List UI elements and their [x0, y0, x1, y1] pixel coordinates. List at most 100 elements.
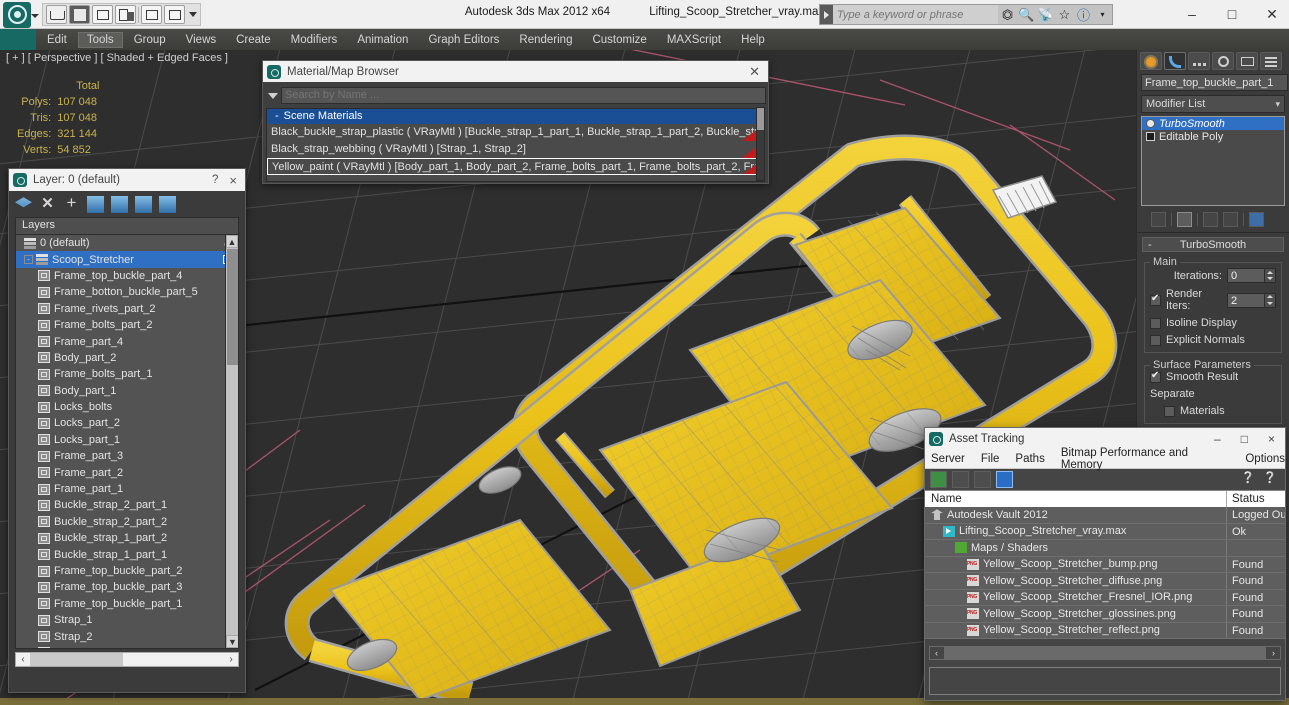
menu-item-paths[interactable]: Paths [1015, 453, 1044, 465]
layer-row[interactable]: Frame_top_buckle_part_3 [16, 579, 238, 595]
open-icon[interactable] [46, 5, 67, 24]
close-button[interactable]: ✕ [1261, 3, 1283, 25]
select-objects-icon[interactable] [87, 195, 104, 213]
asset-row[interactable]: Yellow_Scoop_Stretcher_Fresnel_IOR.png Fo… [925, 589, 1285, 606]
hscroll-right-icon[interactable]: › [224, 654, 238, 665]
menu-item-graph-editors[interactable]: Graph Editors [419, 32, 508, 48]
hscrollbar-thumb[interactable] [30, 653, 123, 666]
configure-sets-icon[interactable] [1249, 211, 1264, 227]
modifier-stack[interactable]: TurboSmooth Editable Poly [1141, 116, 1285, 206]
hscroll-left-icon[interactable]: ‹ [16, 654, 30, 665]
spinner-arrows-icon[interactable] [1265, 292, 1276, 308]
collapse-icon[interactable]: - [1148, 238, 1152, 252]
render-iters-spinner[interactable]: 2 [1227, 292, 1276, 308]
layer-row[interactable]: Frame_part_2 [16, 464, 238, 480]
hscroll-left-icon[interactable]: ‹ [930, 648, 943, 658]
menu-item-customize[interactable]: Customize [583, 32, 655, 48]
layer-row[interactable]: Frame_bolts_part_2 [16, 317, 238, 333]
layer-row[interactable]: 0 (default)✓ [16, 235, 238, 251]
asset-row-name-cell[interactable]: Lifting_Scoop_Stretcher_vray.max [925, 523, 1227, 539]
modify-tab-icon[interactable] [1164, 51, 1186, 70]
select-highlight-icon[interactable] [111, 195, 128, 213]
menu-item-rendering[interactable]: Rendering [510, 32, 581, 48]
modifier-list-dropdown[interactable]: Modifier List ▾ [1141, 95, 1285, 113]
layer-row[interactable]: Buckle_strap_1_part_1 [16, 546, 238, 562]
layer-row[interactable]: Buckle_strap_1_part_2 [16, 530, 238, 546]
material-search-input[interactable] [281, 86, 766, 104]
layer-row[interactable]: Frame_part_4 [16, 333, 238, 349]
delete-layer-icon[interactable]: ✕ [39, 196, 56, 213]
app-menu-arrow-icon[interactable] [31, 14, 39, 18]
asset-row-name-cell[interactable]: Yellow_Scoop_Stretcher_reflect.png [925, 622, 1227, 638]
plus-box-icon[interactable] [1146, 132, 1155, 141]
close-icon[interactable]: ✕ [745, 64, 764, 80]
utilities-tab-icon[interactable] [1260, 51, 1282, 70]
menu-item-edit[interactable]: Edit [38, 32, 76, 48]
modifier-stack-item-editable-poly[interactable]: Editable Poly [1142, 130, 1284, 143]
column-name[interactable]: Name [925, 491, 1227, 507]
minimize-button[interactable]: – [1181, 3, 1203, 25]
asset-hscrollbar[interactable]: ‹ › [929, 646, 1281, 660]
help-search-box[interactable]: ⏣ 🔍 📡 ☆ ⓘ ▾ [819, 4, 1113, 25]
thumbnail-icon[interactable] [974, 471, 991, 488]
scene-materials-group[interactable]: Scene Materials [267, 109, 764, 124]
new-layer-icon[interactable] [15, 197, 32, 208]
add-selection-icon[interactable] [135, 195, 152, 213]
search-input[interactable] [833, 5, 998, 24]
menu-item-tools[interactable]: Tools [77, 31, 123, 48]
explicit-normals-checkbox[interactable] [1150, 334, 1161, 346]
layer-row[interactable]: Frame_part_1 [16, 481, 238, 497]
expander-icon[interactable]: - [24, 255, 33, 265]
magnifier-icon[interactable]: 🔍 [1017, 5, 1036, 24]
layer-row[interactable]: Body_part_2 [16, 350, 238, 366]
turbosmooth-rollout-header[interactable]: - TurboSmooth [1142, 237, 1284, 252]
explicit-normals-row[interactable]: Explicit Normals [1150, 334, 1276, 346]
maximize-button[interactable]: □ [1221, 3, 1243, 25]
layer-manager-dialog[interactable]: Layer: 0 (default) ? × ✕ + Layers 0 (def… [8, 168, 246, 693]
remove-modifier-icon[interactable] [1223, 211, 1238, 227]
material-row[interactable]: Black_buckle_strap_plastic ( VRayMtl ) [… [267, 124, 764, 141]
object-name-input[interactable] [1141, 74, 1288, 91]
chevron-down-icon[interactable]: ▾ [1093, 5, 1112, 24]
layer-row[interactable]: Frame_rivets_part_2 [16, 301, 238, 317]
help-icon[interactable]: ❔ [1263, 471, 1280, 488]
motion-tab-icon[interactable] [1212, 51, 1234, 70]
show-end-result-icon[interactable] [1177, 211, 1192, 227]
material-row-selected[interactable]: Yellow_paint ( VRayMtl ) [Body_part_1, B… [267, 158, 764, 175]
asset-row[interactable]: Yellow_Scoop_Stretcher_diffuse.png Found [925, 573, 1285, 590]
layer-list[interactable]: 0 (default)✓ - Scoop_Stretcher Frame_top_bu… [15, 234, 239, 649]
layer-row[interactable]: Strap_2 [16, 628, 238, 644]
layer-row[interactable]: Frame_top_buckle_part_1 [16, 596, 238, 612]
star-icon[interactable]: ☆ [1055, 5, 1074, 24]
layer-row[interactable]: Frame_part_3 [16, 448, 238, 464]
asset-row-name-cell[interactable]: Maps / Shaders [925, 540, 1227, 556]
layer-row[interactable]: Frame_botton_buckle_part_5 [16, 284, 238, 300]
layer-row-selected[interactable]: - Scoop_Stretcher [16, 251, 238, 268]
grid-icon[interactable] [996, 471, 1013, 488]
display-tab-icon[interactable] [1236, 51, 1258, 70]
scrollbar-thumb[interactable] [757, 108, 764, 130]
layer-row[interactable]: Frame_top_buckle_part_2 [16, 563, 238, 579]
layer-row[interactable]: Body_part_1 [16, 383, 238, 399]
menu-item-options[interactable]: Options [1245, 453, 1285, 465]
asset-row[interactable]: Yellow_Scoop_Stretcher_bump.png Found [925, 556, 1285, 573]
asset-row[interactable]: Autodesk Vault 2012 Logged Ou [925, 507, 1285, 524]
menu-item-animation[interactable]: Animation [348, 32, 417, 48]
refresh-icon[interactable] [930, 471, 947, 488]
layer-row[interactable]: Frame_bolts_part_1 [16, 366, 238, 382]
hscrollbar-track[interactable] [944, 647, 1266, 659]
asset-row[interactable]: Yellow_Scoop_Stretcher_glossines.png Foun… [925, 606, 1285, 623]
layer-row[interactable]: Frame_top_buckle_part_4 [16, 268, 238, 284]
add-layer-icon[interactable]: + [63, 194, 80, 213]
menu-item-group[interactable]: Group [125, 32, 175, 48]
materials-row[interactable]: Materials [1150, 405, 1276, 417]
asset-row-name-cell[interactable]: Yellow_Scoop_Stretcher_diffuse.png [925, 573, 1227, 589]
material-list-scrollbar[interactable] [756, 107, 765, 181]
layer-list-vscrollbar[interactable]: ▲ ▼ [225, 235, 238, 648]
isoline-display-checkbox[interactable] [1150, 317, 1161, 329]
render-iters-checkbox[interactable] [1150, 293, 1161, 306]
chevron-down-icon[interactable]: ▾ [1275, 99, 1280, 110]
render-iters-value[interactable]: 2 [1227, 292, 1265, 308]
scrollbar-thumb[interactable] [227, 249, 238, 365]
layer-row[interactable]: Locks_part_1 [16, 432, 238, 448]
